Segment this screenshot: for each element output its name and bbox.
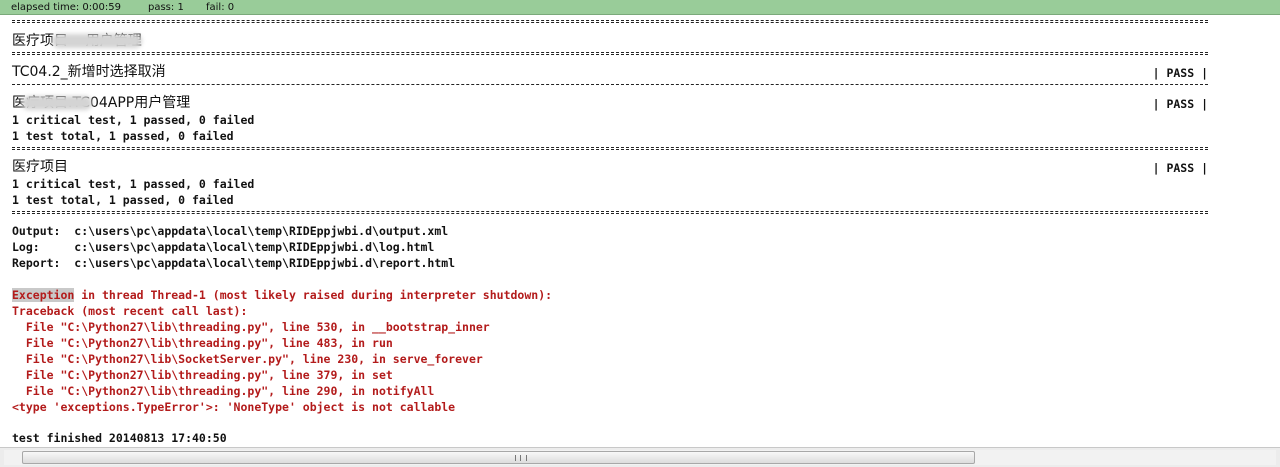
grip-icon bbox=[515, 455, 527, 461]
traceback-frame: File "C:\Python27\lib\threading.py", lin… bbox=[12, 336, 393, 350]
root-suite-pass-status: | PASS | bbox=[1152, 161, 1208, 175]
traceback-frame: File "C:\Python27\lib\SocketServer.py", … bbox=[12, 352, 483, 366]
output-path: Output: c:\users\pc\appdata\local\temp\R… bbox=[12, 224, 449, 238]
redacted-text bbox=[22, 96, 92, 110]
total-summary: 1 test total, 1 passed, 0 failed bbox=[12, 193, 234, 207]
traceback-header: Traceback (most recent call last): bbox=[12, 304, 248, 318]
log-path: Log: c:\users\pc\appdata\local\temp\RIDE… bbox=[12, 240, 435, 254]
test-finished: test finished 20140813 17:40:50 bbox=[12, 431, 227, 445]
exception-message: in thread Thread-1 (most likely raised d… bbox=[74, 288, 553, 302]
redacted-text bbox=[52, 34, 142, 48]
total-summary: 1 test total, 1 passed, 0 failed bbox=[12, 129, 234, 143]
error-message: <type 'exceptions.TypeError'>: 'NoneType… bbox=[12, 400, 456, 414]
separator bbox=[12, 84, 1208, 85]
sub-suite-pass-status: | PASS | bbox=[1152, 97, 1208, 111]
traceback-frame: File "C:\Python27\lib\threading.py", lin… bbox=[12, 384, 435, 398]
root-suite-name: 医疗项目 bbox=[12, 159, 68, 175]
horizontal-scrollbar[interactable] bbox=[0, 447, 1280, 467]
report-path: Report: c:\users\pc\appdata\local\temp\R… bbox=[12, 256, 456, 270]
separator bbox=[12, 20, 1208, 23]
separator bbox=[12, 211, 1208, 214]
elapsed-time: elapsed time: 0:00:59 bbox=[11, 2, 121, 13]
traceback-frame: File "C:\Python27\lib\threading.py", lin… bbox=[12, 368, 393, 382]
pass-count: pass: 1 bbox=[148, 2, 184, 13]
console-output[interactable]: 医疗项目 用户管理 TC04.2_新增时选择取消 | PASS | 医疗项目.T… bbox=[0, 16, 1280, 447]
separator bbox=[12, 147, 1208, 150]
test-name: TC04.2_新增时选择取消 bbox=[12, 64, 166, 80]
separator bbox=[12, 52, 1208, 55]
critical-summary: 1 critical test, 1 passed, 0 failed bbox=[12, 113, 255, 127]
run-status-bar: elapsed time: 0:00:59 pass: 1 fail: 0 bbox=[0, 0, 1280, 15]
fail-count: fail: 0 bbox=[206, 2, 235, 13]
traceback-frame: File "C:\Python27\lib\threading.py", lin… bbox=[12, 320, 490, 334]
critical-summary: 1 critical test, 1 passed, 0 failed bbox=[12, 177, 255, 191]
exception-keyword: Exception bbox=[12, 288, 75, 302]
scrollbar-thumb[interactable] bbox=[22, 451, 975, 464]
exception-line: Exception in thread Thread-1 (most likel… bbox=[12, 287, 552, 303]
test-pass-status: | PASS | bbox=[1152, 66, 1208, 80]
